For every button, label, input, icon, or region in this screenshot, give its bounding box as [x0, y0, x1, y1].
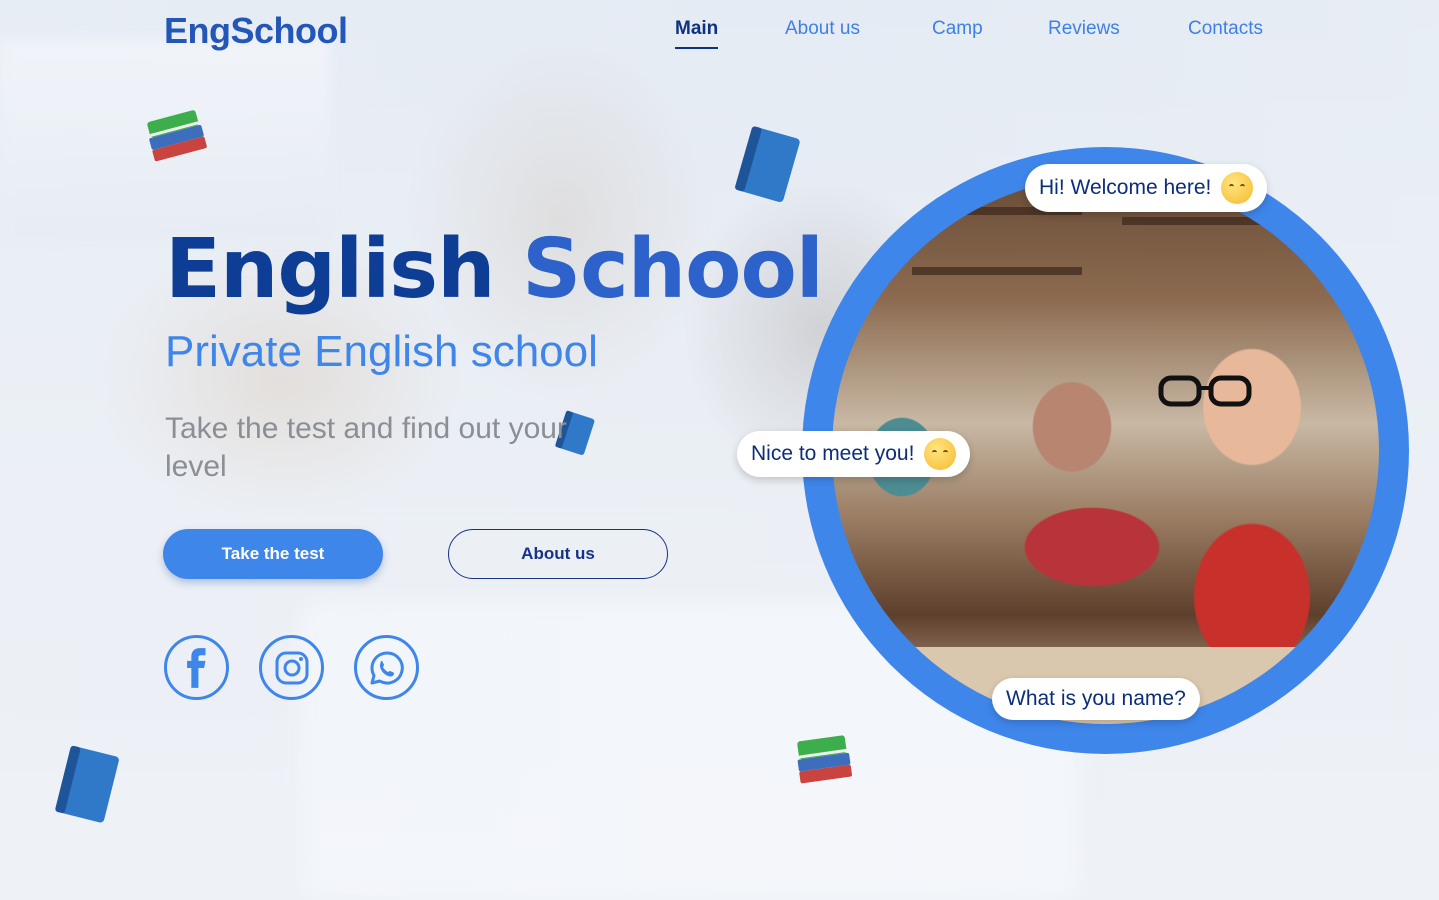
- relieved-face-icon: [924, 438, 957, 470]
- name-bubble-text: What is you name?: [1006, 687, 1186, 710]
- nav-item-camp[interactable]: Camp: [932, 18, 983, 40]
- hero-title-word1: English: [165, 222, 495, 317]
- take-test-button[interactable]: Take the test: [163, 529, 383, 579]
- hero-title-word2: School: [522, 222, 824, 317]
- books-stack-icon: [147, 110, 207, 162]
- nice-bubble-text: Nice to meet you!: [751, 442, 915, 465]
- welcome-bubble-text: Hi! Welcome here!: [1039, 176, 1212, 199]
- about-us-button[interactable]: About us: [448, 529, 668, 579]
- hero-title: English School: [165, 222, 824, 317]
- nav-item-contacts[interactable]: Contacts: [1188, 18, 1263, 40]
- hero-subtitle: Private English school: [165, 327, 598, 376]
- glasses: [1158, 375, 1252, 407]
- nav-item-about[interactable]: About us: [785, 18, 860, 40]
- bookshelf: [912, 267, 1082, 275]
- nav-item-main[interactable]: Main: [675, 18, 719, 49]
- facebook-icon[interactable]: [164, 635, 229, 700]
- nav-item-reviews[interactable]: Reviews: [1048, 18, 1120, 40]
- whatsapp-icon[interactable]: [354, 635, 419, 700]
- blue-book-icon: [735, 126, 800, 203]
- name-bubble: What is you name?: [992, 678, 1200, 720]
- hero-tagline: Take the test and find out your level: [165, 412, 567, 483]
- site-logo[interactable]: EngSchool: [164, 10, 348, 52]
- bookshelf: [1122, 217, 1282, 225]
- instagram-icon[interactable]: [259, 635, 324, 700]
- welcome-bubble: Hi! Welcome here!: [1025, 164, 1268, 212]
- nice-bubble: Nice to meet you!: [737, 431, 971, 477]
- books-stack-icon: [797, 735, 853, 784]
- hugging-face-icon: [1221, 172, 1254, 204]
- blue-book-icon: [55, 745, 119, 823]
